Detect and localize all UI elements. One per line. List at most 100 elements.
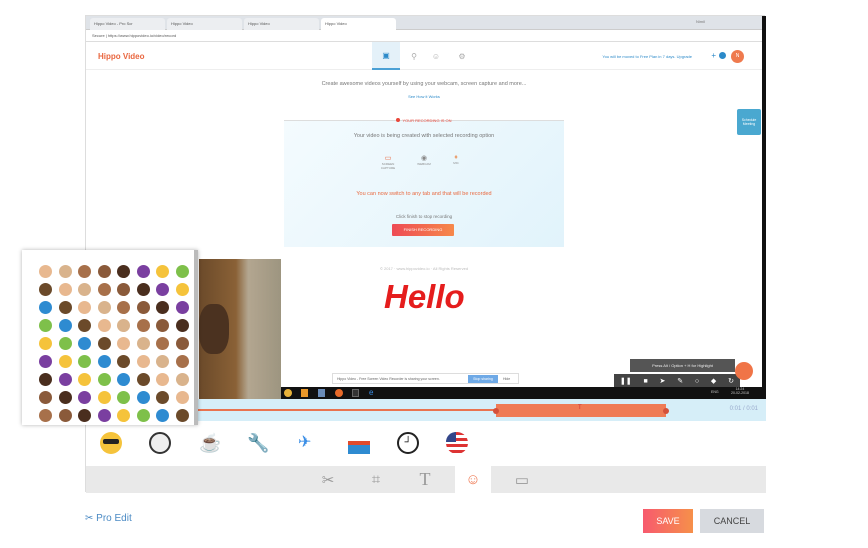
pause-icon[interactable]: ❚❚ — [620, 377, 632, 385]
help-icon[interactable] — [719, 52, 726, 59]
emoji-item[interactable] — [58, 409, 72, 422]
avatar[interactable]: N — [731, 50, 744, 63]
firefox-icon[interactable] — [335, 389, 343, 397]
emoji-item[interactable] — [136, 265, 150, 278]
schedule-meeting-button[interactable]: Schedule Meeting — [737, 109, 761, 135]
emoji-item[interactable] — [39, 355, 52, 368]
record-nav-icon[interactable]: ▣ — [372, 42, 400, 70]
emoji-item[interactable] — [39, 319, 52, 332]
emoji-item[interactable] — [117, 391, 130, 404]
chat-icon[interactable] — [735, 362, 753, 380]
emoji-item[interactable] — [136, 391, 150, 404]
browser-tab[interactable]: Hippo Video - Pro Scr — [90, 18, 165, 30]
emoji-item[interactable] — [117, 373, 130, 386]
emoji-item[interactable] — [156, 265, 169, 278]
trial-notice[interactable]: You will be moved to Free Plan in 7 days… — [602, 54, 692, 59]
cancel-button[interactable]: CANCEL — [700, 509, 764, 533]
emoji-item[interactable] — [156, 283, 169, 296]
emoji-item[interactable] — [78, 301, 91, 314]
clip-start-handle[interactable] — [493, 408, 499, 414]
emoji-item[interactable] — [39, 265, 52, 278]
emoji-item[interactable] — [136, 373, 150, 386]
refresh-icon[interactable]: ↻ — [728, 377, 734, 385]
emoji-item[interactable] — [78, 409, 91, 422]
hide-button[interactable]: Hide — [503, 377, 510, 381]
eraser-icon[interactable]: ◆ — [711, 377, 716, 385]
emoji-item[interactable] — [39, 391, 52, 404]
app-icon[interactable] — [318, 389, 325, 397]
emoji-item[interactable] — [58, 265, 72, 278]
swimmer-icon[interactable] — [348, 432, 370, 454]
emoji-item[interactable] — [97, 283, 111, 296]
emoji-item[interactable] — [97, 265, 111, 278]
terminal-icon[interactable] — [352, 389, 359, 397]
emoji-item[interactable] — [117, 337, 130, 350]
emoji-item[interactable] — [136, 409, 150, 422]
emoji-item[interactable] — [175, 355, 189, 368]
save-button[interactable]: SAVE — [643, 509, 693, 533]
emoji-item[interactable] — [156, 391, 169, 404]
emoji-item[interactable] — [175, 283, 189, 296]
emoji-item[interactable] — [58, 391, 72, 404]
emoji-item[interactable] — [156, 373, 169, 386]
emoji-item[interactable] — [39, 409, 52, 422]
emoji-item[interactable] — [58, 373, 72, 386]
emoji-item[interactable] — [78, 283, 91, 296]
emoji-item[interactable] — [78, 373, 91, 386]
emoji-item[interactable] — [136, 283, 150, 296]
clock-icon[interactable]: ┘ — [397, 432, 419, 454]
hot-beverage-icon[interactable]: ☕ — [199, 432, 221, 454]
overlay-clip[interactable]: T — [496, 404, 666, 417]
emoji-item[interactable] — [136, 319, 150, 332]
stop-sharing-button[interactable]: Stop sharing — [468, 375, 498, 383]
sunglasses-face-icon[interactable] — [100, 432, 122, 454]
browser-tab[interactable]: Hippo Video — [321, 18, 396, 30]
emoji-item[interactable] — [117, 409, 130, 422]
emoji-item[interactable] — [136, 301, 150, 314]
trim-tool[interactable]: ✂ — [310, 466, 346, 493]
emoji-tool[interactable]: ☺ — [455, 466, 491, 493]
emoji-item[interactable] — [97, 355, 111, 368]
emoji-item[interactable] — [58, 319, 72, 332]
emoji-item[interactable] — [78, 265, 91, 278]
emoji-picker[interactable] — [22, 250, 198, 425]
emoji-item[interactable] — [175, 373, 189, 386]
emoji-scrollbar[interactable] — [194, 250, 198, 425]
us-flag-icon[interactable] — [446, 432, 468, 454]
emoji-item[interactable] — [136, 355, 150, 368]
emoji-item[interactable] — [117, 301, 130, 314]
emoji-item[interactable] — [175, 265, 189, 278]
circle-icon[interactable]: ○ — [695, 378, 699, 385]
wrench-icon[interactable]: 🔧 — [247, 432, 269, 454]
emoji-item[interactable] — [58, 337, 72, 350]
emoji-item[interactable] — [78, 355, 91, 368]
emoji-item[interactable] — [117, 283, 130, 296]
emoji-item[interactable] — [117, 265, 130, 278]
emoji-item[interactable] — [175, 301, 189, 314]
browser-tab[interactable]: Hippo Video — [167, 18, 242, 30]
emoji-item[interactable] — [97, 373, 111, 386]
emoji-item[interactable] — [39, 373, 52, 386]
emoji-item[interactable] — [175, 319, 189, 332]
emoji-item[interactable] — [156, 301, 169, 314]
hello-text-overlay[interactable]: Hello — [384, 278, 465, 316]
edge-icon[interactable]: e — [369, 388, 373, 397]
emoji-item[interactable] — [39, 283, 52, 296]
emoji-item[interactable] — [175, 391, 189, 404]
see-how-link[interactable]: See How it Works — [86, 94, 762, 99]
emoji-item[interactable] — [156, 319, 169, 332]
app-icon[interactable] — [301, 389, 308, 397]
clip-end-handle[interactable] — [663, 408, 669, 414]
emoji-item[interactable] — [175, 409, 189, 422]
emoji-item[interactable] — [78, 391, 91, 404]
stop-icon[interactable]: ■ — [643, 378, 647, 385]
emoji-item[interactable] — [97, 409, 111, 422]
emoji-item[interactable] — [117, 355, 130, 368]
pointer-icon[interactable]: ➤ — [660, 377, 666, 385]
emoji-item[interactable] — [97, 301, 111, 314]
emoji-item[interactable] — [97, 319, 111, 332]
emoji-item[interactable] — [39, 337, 52, 350]
chrome-icon[interactable] — [284, 389, 292, 397]
crop-tool[interactable]: ⌗ — [358, 466, 394, 493]
panda-icon[interactable] — [149, 432, 171, 454]
